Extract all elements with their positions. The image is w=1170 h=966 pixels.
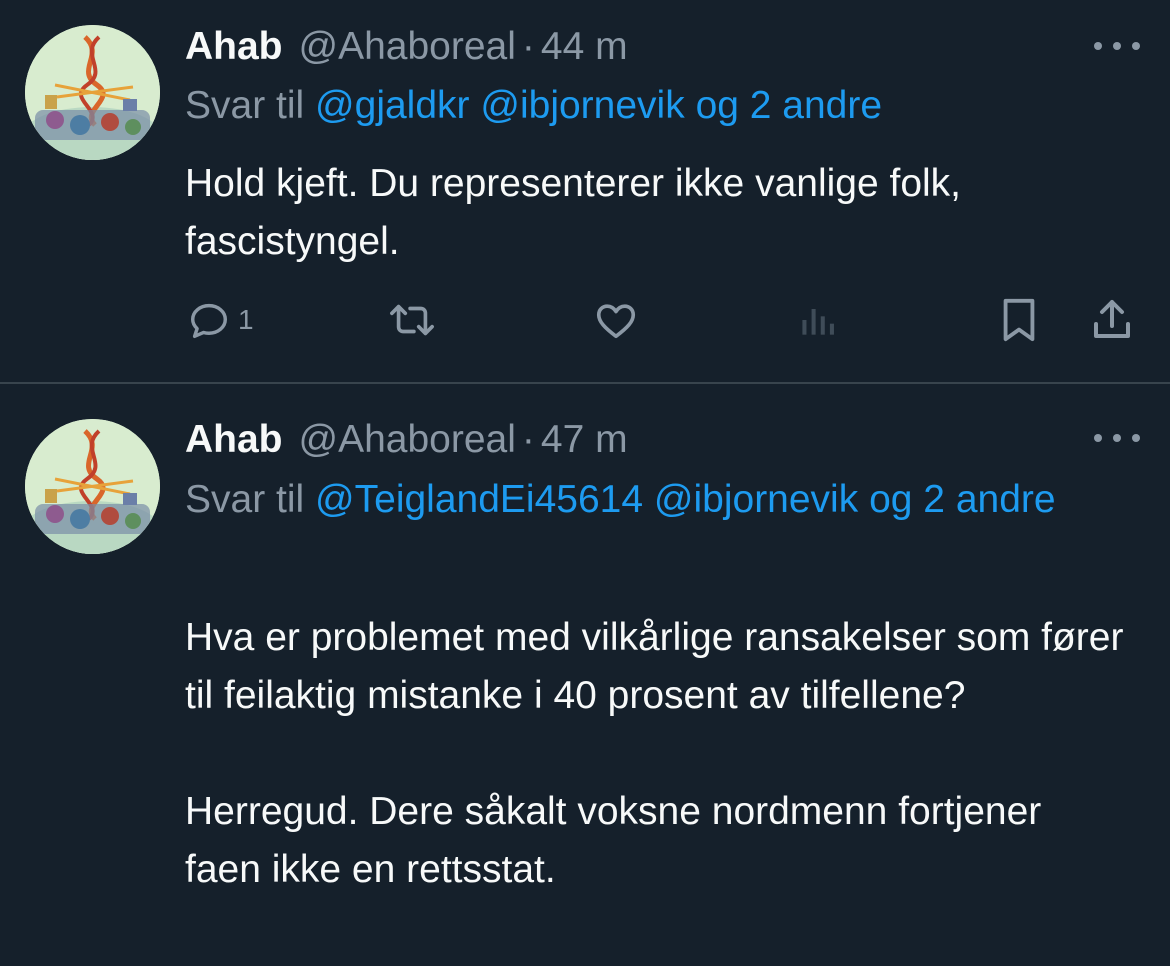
tweet-text: Hold kjeft. Du representerer ikke vanlig… <box>185 162 972 263</box>
like-button[interactable] <box>592 290 640 350</box>
tweet-text: Hva er problemet med vilkårlige ransakel… <box>185 616 1124 891</box>
user-handle[interactable]: @Ahaboreal <box>299 415 516 465</box>
timestamp[interactable]: 44 m <box>541 22 628 72</box>
display-name[interactable]: Ahab <box>185 22 283 72</box>
tweet-1[interactable]: Ahab @Ahaboreal · 44 m Svar til @gjaldkr… <box>0 0 1170 383</box>
others-link[interactable]: og 2 andre <box>696 84 883 127</box>
reply-prefix: Svar til <box>185 478 305 521</box>
bookmark-button[interactable] <box>996 290 1042 350</box>
mention-link[interactable]: @ibjornevik <box>654 478 858 521</box>
views-icon <box>802 309 834 335</box>
timestamp[interactable]: 47 m <box>541 415 628 465</box>
user-handle[interactable]: @Ahaboreal <box>299 22 516 72</box>
retweet-button[interactable] <box>386 290 438 350</box>
bookmark-icon <box>1003 298 1035 342</box>
reply-icon <box>190 303 228 339</box>
tweet-2[interactable]: Ahab @Ahaboreal · 47 m Svar til @Teiglan… <box>0 384 1170 966</box>
action-bar: 1 <box>0 290 1170 350</box>
avatar[interactable] <box>25 419 160 554</box>
mention-link[interactable]: @ibjornevik <box>480 84 684 127</box>
avatar-illustration <box>25 25 160 160</box>
share-button[interactable] <box>1088 290 1136 350</box>
display-name[interactable]: Ahab <box>185 415 283 465</box>
retweet-icon <box>390 304 434 336</box>
mention-link[interactable]: @gjaldkr <box>315 84 469 127</box>
avatar[interactable] <box>25 25 160 160</box>
reply-prefix: Svar til <box>185 84 305 127</box>
tweet-header: Ahab @Ahaboreal · 47 m <box>185 415 628 465</box>
reply-count: 1 <box>238 304 254 335</box>
separator-dot: · <box>521 418 535 461</box>
more-horizontal-icon[interactable] <box>1094 428 1140 448</box>
share-icon <box>1094 300 1130 338</box>
reply-context: Svar til @gjaldkr @ibjornevik og 2 andre <box>185 75 1115 137</box>
mention-link[interactable]: @TeiglandEi45614 <box>315 478 643 521</box>
tweet-header: Ahab @Ahaboreal · 44 m <box>185 22 628 72</box>
reply-button[interactable]: 1 <box>186 290 254 350</box>
others-link[interactable]: og 2 andre <box>869 478 1056 521</box>
avatar-illustration <box>25 419 160 554</box>
separator-dot: · <box>521 25 535 68</box>
like-icon <box>596 304 636 339</box>
reply-context: Svar til @TeiglandEi45614 @ibjornevik og… <box>185 469 1115 531</box>
more-horizontal-icon[interactable] <box>1094 36 1140 56</box>
views-button[interactable] <box>796 290 840 350</box>
